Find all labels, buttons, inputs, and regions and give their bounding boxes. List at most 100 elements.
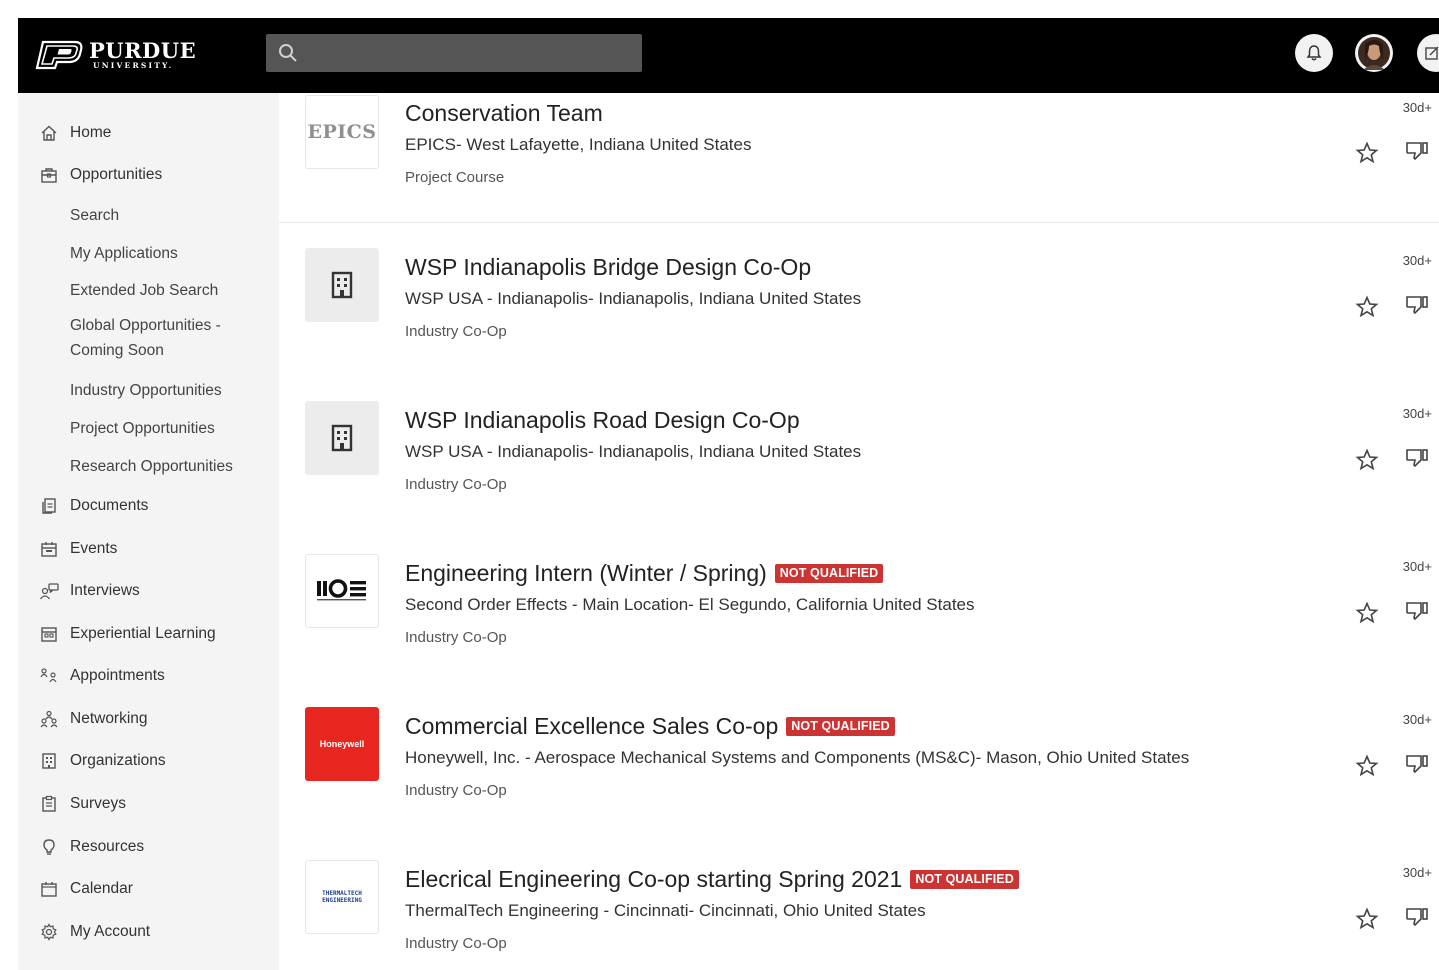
- sidebar-item-surveys[interactable]: Surveys: [18, 787, 279, 821]
- star-icon[interactable]: [1355, 141, 1379, 165]
- not-qualified-badge: NOT QUALIFIED: [910, 870, 1019, 889]
- job-title[interactable]: Engineering Intern (Winter / Spring): [405, 560, 767, 587]
- job-type: Industry Co-Op: [405, 782, 507, 799]
- networking-icon: [39, 709, 59, 729]
- employer-logo-honeywell: Honeywell: [305, 707, 379, 781]
- job-employer: WSP USA - Indianapolis- Indianapolis, In…: [405, 289, 862, 308]
- search-bar[interactable]: [266, 34, 642, 74]
- job-title[interactable]: WSP Indianapolis Bridge Design Co-Op: [405, 254, 811, 281]
- documents-icon: [39, 496, 59, 516]
- sidebar-item-global-opportunities[interactable]: Global Opportunities - Coming Soon: [18, 313, 279, 363]
- sidebar-item-events[interactable]: Events: [18, 532, 279, 566]
- job-title[interactable]: Commercial Excellence Sales Co-op: [405, 713, 778, 740]
- star-icon[interactable]: [1355, 295, 1379, 319]
- sidebar-item-label: Events: [70, 540, 118, 557]
- purdue-logo[interactable]: PURDUE UNIVERSITY.: [33, 38, 196, 72]
- sidebar-item-extended-job-search[interactable]: Extended Job Search: [18, 273, 279, 307]
- epics-logo-text: EPICS: [307, 121, 377, 143]
- sidebar-item-label: Interviews: [70, 582, 140, 599]
- sidebar-item-home[interactable]: Home: [18, 116, 279, 150]
- employer-logo-thermaltech: THERMALTECH ENGINEERING: [305, 860, 379, 934]
- sidebar-item-research-opportunities[interactable]: Research Opportunities: [18, 449, 279, 483]
- employer-logo-placeholder: [305, 401, 379, 475]
- posted-age: 30d+: [1402, 712, 1432, 727]
- sidebar-item-documents[interactable]: Documents: [18, 489, 279, 523]
- thumbs-down-icon[interactable]: [1405, 446, 1429, 470]
- gear-icon: [39, 922, 59, 942]
- posted-age: 30d+: [1402, 865, 1432, 880]
- sidebar-item-interviews[interactable]: Interviews: [18, 574, 279, 608]
- sidebar-item-experiential-learning[interactable]: Experiential Learning: [18, 617, 279, 651]
- thumbs-down-icon[interactable]: [1405, 293, 1429, 317]
- top-bar: PURDUE UNIVERSITY.: [18, 18, 1439, 93]
- brand-name: PURDUE: [89, 38, 197, 64]
- sidebar-item-opportunities[interactable]: Opportunities: [18, 158, 279, 192]
- sidebar-item-label: Global Opportunities - Coming Soon: [70, 317, 221, 359]
- honeywell-logo-text: Honeywell: [319, 739, 365, 749]
- sidebar: Home Opportunities Search My Application…: [18, 93, 279, 970]
- sidebar-item-label: Resources: [70, 838, 145, 855]
- sidebar-item-project-opportunities[interactable]: Project Opportunities: [18, 411, 279, 445]
- star-icon[interactable]: [1355, 754, 1379, 778]
- job-list: EPICS Conservation Team EPICS- West Lafa…: [279, 93, 1439, 970]
- not-qualified-badge: NOT QUALIFIED: [774, 564, 884, 583]
- sidebar-item-label: Extended Job Search: [70, 281, 219, 299]
- job-card[interactable]: THERMALTECH ENGINEERING Elecrical Engine…: [279, 835, 1439, 970]
- job-card[interactable]: EPICS Conservation Team EPICS- West Lafa…: [279, 93, 1439, 223]
- sidebar-item-label: Home: [70, 124, 112, 141]
- posted-age: 30d+: [1402, 406, 1432, 421]
- job-type: Industry Co-Op: [405, 476, 507, 493]
- sidebar-item-label: Documents: [70, 497, 149, 514]
- sidebar-item-resources[interactable]: Resources: [18, 830, 279, 864]
- sidebar-item-organizations[interactable]: Organizations: [18, 744, 279, 778]
- employer-logo-placeholder: [305, 248, 379, 322]
- exit-button[interactable]: [1417, 34, 1439, 72]
- notifications-button[interactable]: [1295, 34, 1333, 72]
- job-card[interactable]: Engineering Intern (Winter / Spring) NOT…: [279, 529, 1439, 683]
- events-icon: [39, 539, 59, 559]
- thumbs-down-icon[interactable]: [1405, 752, 1429, 776]
- interviews-icon: [39, 581, 59, 601]
- thumbs-down-icon[interactable]: [1405, 139, 1429, 163]
- sidebar-item-networking[interactable]: Networking: [18, 702, 279, 736]
- sidebar-item-my-applications[interactable]: My Applications: [18, 236, 279, 270]
- job-type: Industry Co-Op: [405, 323, 507, 340]
- job-type: Project Course: [405, 169, 505, 186]
- sidebar-item-industry-opportunities[interactable]: Industry Opportunities: [18, 373, 279, 407]
- job-employer: EPICS- West Lafayette, Indiana United St…: [405, 135, 752, 154]
- calendar-icon: [39, 879, 59, 899]
- profile-photo-icon: [1358, 37, 1390, 70]
- sidebar-item-label: Networking: [70, 710, 148, 727]
- surveys-icon: [39, 794, 59, 814]
- sidebar-item-label: Opportunities: [70, 166, 163, 183]
- job-card[interactable]: WSP Indianapolis Bridge Design Co-Op WSP…: [279, 223, 1439, 377]
- user-avatar[interactable]: [1355, 34, 1393, 72]
- sidebar-item-appointments[interactable]: Appointments: [18, 659, 279, 693]
- home-icon: [39, 123, 59, 143]
- bell-icon: [1306, 45, 1322, 61]
- thumbs-down-icon[interactable]: [1405, 599, 1429, 623]
- employer-logo-second-order-effects: [305, 554, 379, 628]
- job-type: Industry Co-Op: [405, 629, 507, 646]
- sidebar-item-my-account[interactable]: My Account: [18, 915, 279, 949]
- job-card[interactable]: WSP Indianapolis Road Design Co-Op WSP U…: [279, 376, 1439, 530]
- search-icon: [279, 44, 297, 62]
- job-title[interactable]: Elecrical Engineering Co-op starting Spr…: [405, 866, 902, 893]
- building-icon: [331, 424, 353, 452]
- star-icon[interactable]: [1355, 448, 1379, 472]
- second-order-effects-logo: [317, 579, 366, 601]
- sidebar-item-label: Research Opportunities: [70, 457, 233, 475]
- job-title[interactable]: Conservation Team: [405, 100, 603, 127]
- resources-icon: [39, 837, 59, 857]
- sidebar-item-calendar[interactable]: Calendar: [18, 872, 279, 906]
- job-card[interactable]: Honeywell Commercial Excellence Sales Co…: [279, 682, 1439, 836]
- thermaltech-logo-text: THERMALTECH ENGINEERING: [322, 890, 362, 904]
- sidebar-item-label: My Account: [70, 923, 151, 940]
- sidebar-item-search[interactable]: Search: [18, 198, 279, 232]
- job-employer: ThermalTech Engineering - Cincinnati- Ci…: [405, 901, 926, 920]
- star-icon[interactable]: [1355, 907, 1379, 931]
- job-title[interactable]: WSP Indianapolis Road Design Co-Op: [405, 407, 800, 434]
- search-input[interactable]: [306, 34, 640, 74]
- thumbs-down-icon[interactable]: [1405, 905, 1429, 929]
- star-icon[interactable]: [1355, 601, 1379, 625]
